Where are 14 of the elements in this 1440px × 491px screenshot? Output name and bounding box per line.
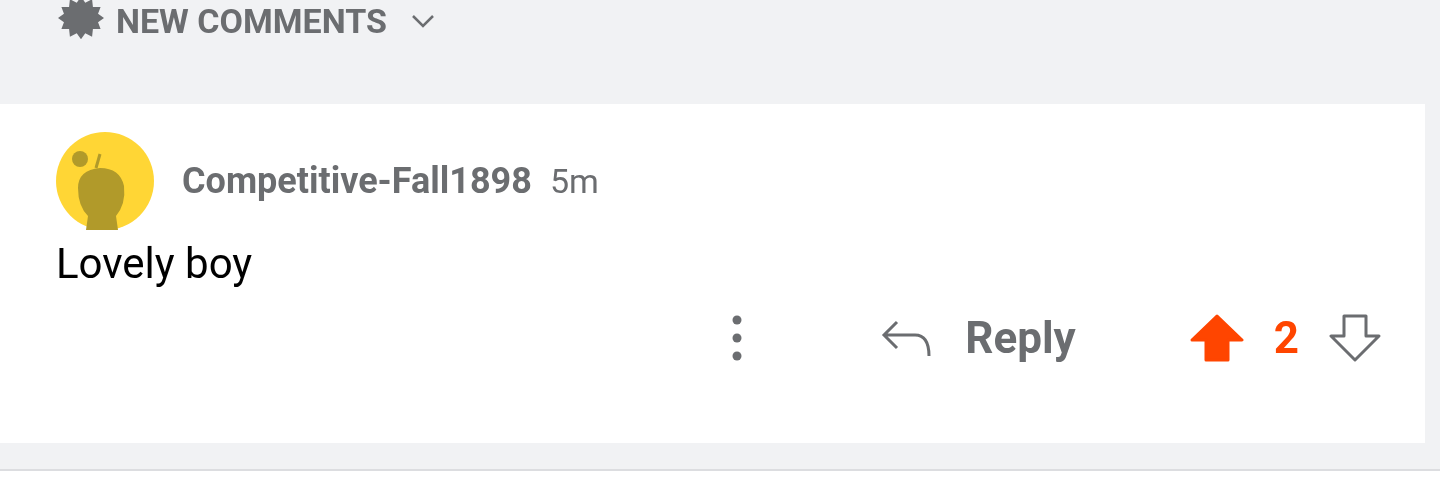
timestamp: 5m	[549, 160, 599, 203]
downvote-icon	[1329, 313, 1381, 362]
reply-button[interactable]: Reply	[881, 315, 1076, 360]
chevron-down-icon	[410, 14, 435, 28]
more-icon	[732, 314, 743, 361]
upvote-button[interactable]	[1189, 313, 1244, 362]
vote-count: 2	[1273, 315, 1299, 360]
badge-icon	[58, 0, 104, 41]
username[interactable]: Competitive-Fall1898	[182, 154, 532, 208]
upvote-icon	[1189, 313, 1244, 362]
avatar-icon	[56, 132, 154, 230]
sort-button[interactable]: NEW COMMENTS	[58, 0, 435, 43]
downvote-button[interactable]	[1329, 313, 1381, 362]
comment-body: Lovely boy	[56, 238, 254, 290]
